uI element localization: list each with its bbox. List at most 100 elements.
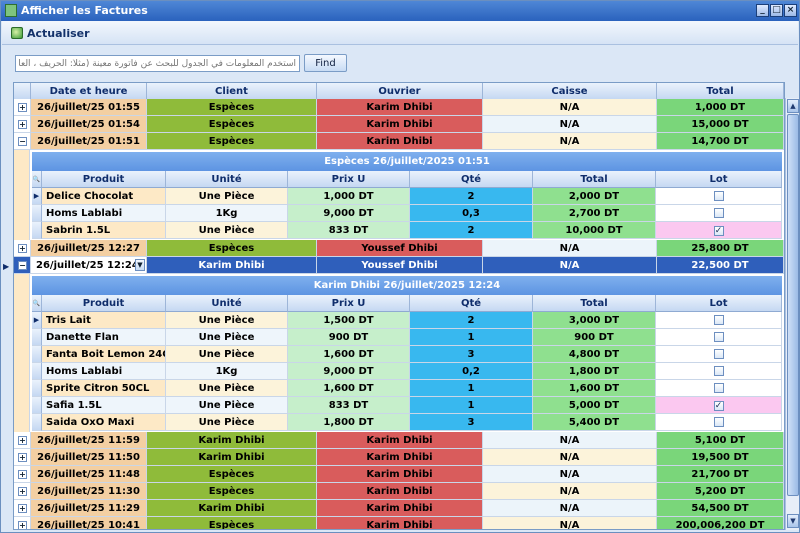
detail-header-unit[interactable]: Unité [166, 171, 288, 188]
expand-toggle-icon[interactable]: + [18, 487, 27, 496]
maximize-button[interactable]: □ [770, 4, 783, 17]
expand-toggle-icon[interactable]: + [18, 470, 27, 479]
expand-toggle-icon[interactable]: + [18, 120, 27, 129]
lot-checkbox[interactable] [713, 191, 724, 201]
date-dropdown-icon[interactable]: ▼ [135, 259, 145, 271]
header-ouvrier[interactable]: Ouvrier [317, 83, 483, 100]
lot-cell[interactable] [656, 205, 782, 222]
invoice-row[interactable]: +26/juillet/25 01:55 Espèces Karim Dhibi N/… [14, 99, 784, 116]
expand-toggle-icon[interactable]: + [18, 103, 27, 112]
row-selector-icon[interactable]: ▶ [32, 312, 42, 329]
lot-cell[interactable] [656, 346, 782, 363]
lot-checkbox[interactable] [713, 315, 724, 325]
expand-toggle-icon[interactable]: + [18, 436, 27, 445]
row-selector-icon[interactable] [32, 329, 42, 346]
lot-cell[interactable] [656, 312, 782, 329]
caisse-cell: N/A [483, 99, 657, 116]
row-expander-cell: + [14, 517, 31, 529]
expand-toggle-icon[interactable]: + [18, 504, 27, 513]
header-date[interactable]: Date et heure [31, 83, 147, 100]
detail-filter-icon[interactable]: 🔍 [32, 171, 42, 188]
lot-checkbox[interactable] [713, 366, 724, 376]
detail-header-product[interactable]: Produit [42, 171, 166, 188]
row-selector-icon[interactable] [32, 380, 42, 397]
lot-cell[interactable]: ✓ [656, 397, 782, 414]
invoice-row[interactable]: +26/juillet/25 10:41 Espèces Karim Dhibi N/… [14, 517, 784, 529]
row-selector-icon[interactable]: ▶ [32, 188, 42, 205]
lot-checkbox[interactable]: ✓ [713, 401, 724, 411]
unit-price-cell: 1,600 DT [288, 380, 410, 397]
lot-checkbox[interactable] [713, 208, 724, 218]
detail-header-quantity[interactable]: Qté [410, 295, 533, 312]
header-client[interactable]: Client [147, 83, 317, 100]
row-expander-cell: + [14, 466, 31, 483]
detail-row[interactable]: Sprite Citron 50CL Une Pièce 1,600 DT 1 1,60… [32, 380, 782, 397]
lot-cell[interactable] [656, 380, 782, 397]
lot-checkbox[interactable] [713, 349, 724, 359]
detail-row[interactable]: Homs Lablabi 1Kg 9,000 DT 0,3 2,700 DT [32, 205, 782, 222]
invoice-row[interactable]: −26/juillet/25 12:24 ▼ Karim Dhibi Youssef … [14, 257, 784, 274]
detail-row[interactable]: Homs Lablabi 1Kg 9,000 DT 0,2 1,800 DT [32, 363, 782, 380]
toolbar: Actualiser [2, 21, 798, 45]
detail-row[interactable]: Fanta Boit Lemon 24CL Une Pièce 1,600 DT 3 4… [32, 346, 782, 363]
invoice-row[interactable]: −26/juillet/25 01:51 Espèces Karim Dhibi N/… [14, 133, 784, 150]
search-input[interactable] [15, 55, 300, 72]
detail-row[interactable]: ▶ Delice Chocolat Une Pièce 1,000 DT 2 2,000 … [32, 188, 782, 205]
detail-header-unit-price[interactable]: Prix U [288, 295, 410, 312]
invoice-row[interactable]: +26/juillet/25 11:59 Karim Dhibi Karim Dhi… [14, 432, 784, 449]
invoice-row[interactable]: +26/juillet/25 12:27 Espèces Youssef Dhibi… [14, 240, 784, 257]
detail-header-unit-price[interactable]: Prix U [288, 171, 410, 188]
lot-cell[interactable] [656, 188, 782, 205]
detail-header-unit[interactable]: Unité [166, 295, 288, 312]
date-cell: 26/juillet/25 11:30 [31, 483, 147, 500]
invoice-row[interactable]: +26/juillet/25 11:50 Karim Dhibi Karim Dhi… [14, 449, 784, 466]
close-button[interactable]: × [784, 4, 797, 17]
detail-header-product[interactable]: Produit [42, 295, 166, 312]
detail-row[interactable]: ▶ Tris Lait Une Pièce 1,500 DT 2 3,000 DT [32, 312, 782, 329]
lot-cell[interactable] [656, 329, 782, 346]
detail-header-lot[interactable]: Lot [656, 295, 782, 312]
header-total[interactable]: Total [657, 83, 784, 100]
header-caisse[interactable]: Caisse [483, 83, 657, 100]
scroll-down-icon[interactable]: ▼ [787, 514, 799, 528]
lot-cell[interactable] [656, 363, 782, 380]
lot-checkbox[interactable] [713, 417, 724, 427]
row-selector-icon[interactable] [32, 205, 42, 222]
detail-header-line-total[interactable]: Total [533, 171, 656, 188]
row-selector-icon[interactable] [32, 222, 42, 239]
lot-cell[interactable] [656, 414, 782, 431]
expand-toggle-icon[interactable]: + [18, 453, 27, 462]
line-total-cell: 4,800 DT [533, 346, 656, 363]
expand-toggle-icon[interactable]: − [18, 137, 27, 146]
detail-row[interactable]: Safia 1.5L Une Pièce 833 DT 1 5,000 DT ✓ [32, 397, 782, 414]
row-selector-icon[interactable] [32, 414, 42, 431]
lot-cell[interactable]: ✓ [656, 222, 782, 239]
detail-header-quantity[interactable]: Qté [410, 171, 533, 188]
detail-header-lot[interactable]: Lot [656, 171, 782, 188]
detail-row[interactable]: Danette Flan Une Pièce 900 DT 1 900 DT [32, 329, 782, 346]
expand-toggle-icon[interactable]: + [18, 521, 27, 529]
vertical-scrollbar[interactable]: ▲ ▼ [785, 98, 799, 530]
invoice-row[interactable]: +26/juillet/25 01:54 Espèces Karim Dhibi N/… [14, 116, 784, 133]
detail-row[interactable]: Sabrin 1.5L Une Pièce 833 DT 2 10,000 DT ✓ [32, 222, 782, 239]
refresh-button[interactable]: Actualiser [11, 25, 90, 41]
expand-toggle-icon[interactable]: − [18, 261, 27, 270]
minimize-button[interactable]: _ [756, 4, 769, 17]
row-selector-icon[interactable] [32, 397, 42, 414]
lot-checkbox[interactable] [713, 332, 724, 342]
scroll-up-icon[interactable]: ▲ [787, 99, 799, 113]
row-selector-icon[interactable] [32, 346, 42, 363]
detail-row[interactable]: Saida OxO Maxi Une Pièce 1,800 DT 3 5,400 DT [32, 414, 782, 431]
detail-filter-icon[interactable]: 🔍 [32, 295, 42, 312]
detail-header-line-total[interactable]: Total [533, 295, 656, 312]
find-button[interactable]: Find [304, 54, 347, 72]
lot-checkbox[interactable] [713, 383, 724, 393]
invoice-row[interactable]: +26/juillet/25 11:30 Espèces Karim Dhibi N/… [14, 483, 784, 500]
lot-checkbox[interactable]: ✓ [713, 226, 724, 236]
invoice-row[interactable]: +26/juillet/25 11:29 Karim Dhibi Karim Dhi… [14, 500, 784, 517]
date-cell: 26/juillet/25 10:41 [31, 517, 147, 529]
expand-toggle-icon[interactable]: + [18, 244, 27, 253]
row-selector-icon[interactable] [32, 363, 42, 380]
invoice-row[interactable]: +26/juillet/25 11:48 Espèces Karim Dhibi N/… [14, 466, 784, 483]
scroll-thumb[interactable] [787, 114, 799, 496]
